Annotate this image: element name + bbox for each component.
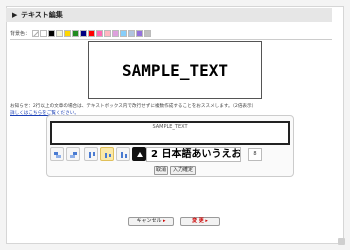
vertical-bottom-icon[interactable] <box>116 147 130 161</box>
divider <box>10 39 332 40</box>
color-swatch[interactable] <box>56 30 63 37</box>
submit-button[interactable]: 変 更 ▸ <box>180 217 220 226</box>
color-swatch[interactable] <box>144 30 151 37</box>
text-color-icon[interactable] <box>132 147 146 161</box>
submit-label: 変 更 <box>192 218 204 224</box>
color-swatch[interactable] <box>88 30 95 37</box>
color-swatch[interactable] <box>48 30 55 37</box>
background-color-label: 背景色： <box>10 31 31 37</box>
color-swatch[interactable] <box>136 30 143 37</box>
preview-text: SAMPLE_TEXT <box>122 60 228 80</box>
color-swatch[interactable] <box>96 30 103 37</box>
vertical-middle-icon[interactable] <box>100 147 114 161</box>
collapse-triangle-icon[interactable]: ▶ <box>12 11 17 19</box>
section-title: テキスト編集 <box>21 11 63 19</box>
text-input[interactable]: SAMPLE_TEXT <box>50 121 290 145</box>
color-swatch[interactable] <box>72 30 79 37</box>
color-swatch[interactable] <box>112 30 119 37</box>
color-swatch[interactable] <box>128 30 135 37</box>
section-header: ▶ テキスト編集 <box>6 8 332 22</box>
cancel-button[interactable]: キャンセル ▸ <box>128 217 174 226</box>
cancel-arrow-icon: ▸ <box>163 218 166 224</box>
color-swatch[interactable] <box>120 30 127 37</box>
font-size-field[interactable]: 8 <box>248 148 262 161</box>
submit-arrow-icon: ▸ <box>205 218 208 224</box>
color-swatch[interactable] <box>80 30 87 37</box>
align-right-icon[interactable] <box>66 147 80 161</box>
confirm-input-button[interactable]: 入力確定 <box>170 166 196 175</box>
color-swatch[interactable] <box>104 30 111 37</box>
color-swatch[interactable] <box>40 30 47 37</box>
notice-message: お知らせ：2行以上の文章の場合は、テキストボックス内で改行せずに複数作成すること… <box>10 104 257 109</box>
color-swatch[interactable] <box>64 30 71 37</box>
resize-grip-icon[interactable] <box>338 238 345 245</box>
color-swatch-none[interactable] <box>32 30 39 37</box>
vertical-top-icon[interactable] <box>84 147 98 161</box>
color-swatch-list <box>32 30 151 37</box>
align-left-icon[interactable] <box>50 147 64 161</box>
reset-button[interactable]: 取消 <box>154 166 168 175</box>
cancel-label: キャンセル <box>136 218 162 224</box>
text-preview: SAMPLE_TEXT <box>88 41 262 99</box>
font-selector[interactable]: 2 日本語あいうえお <box>146 147 241 162</box>
